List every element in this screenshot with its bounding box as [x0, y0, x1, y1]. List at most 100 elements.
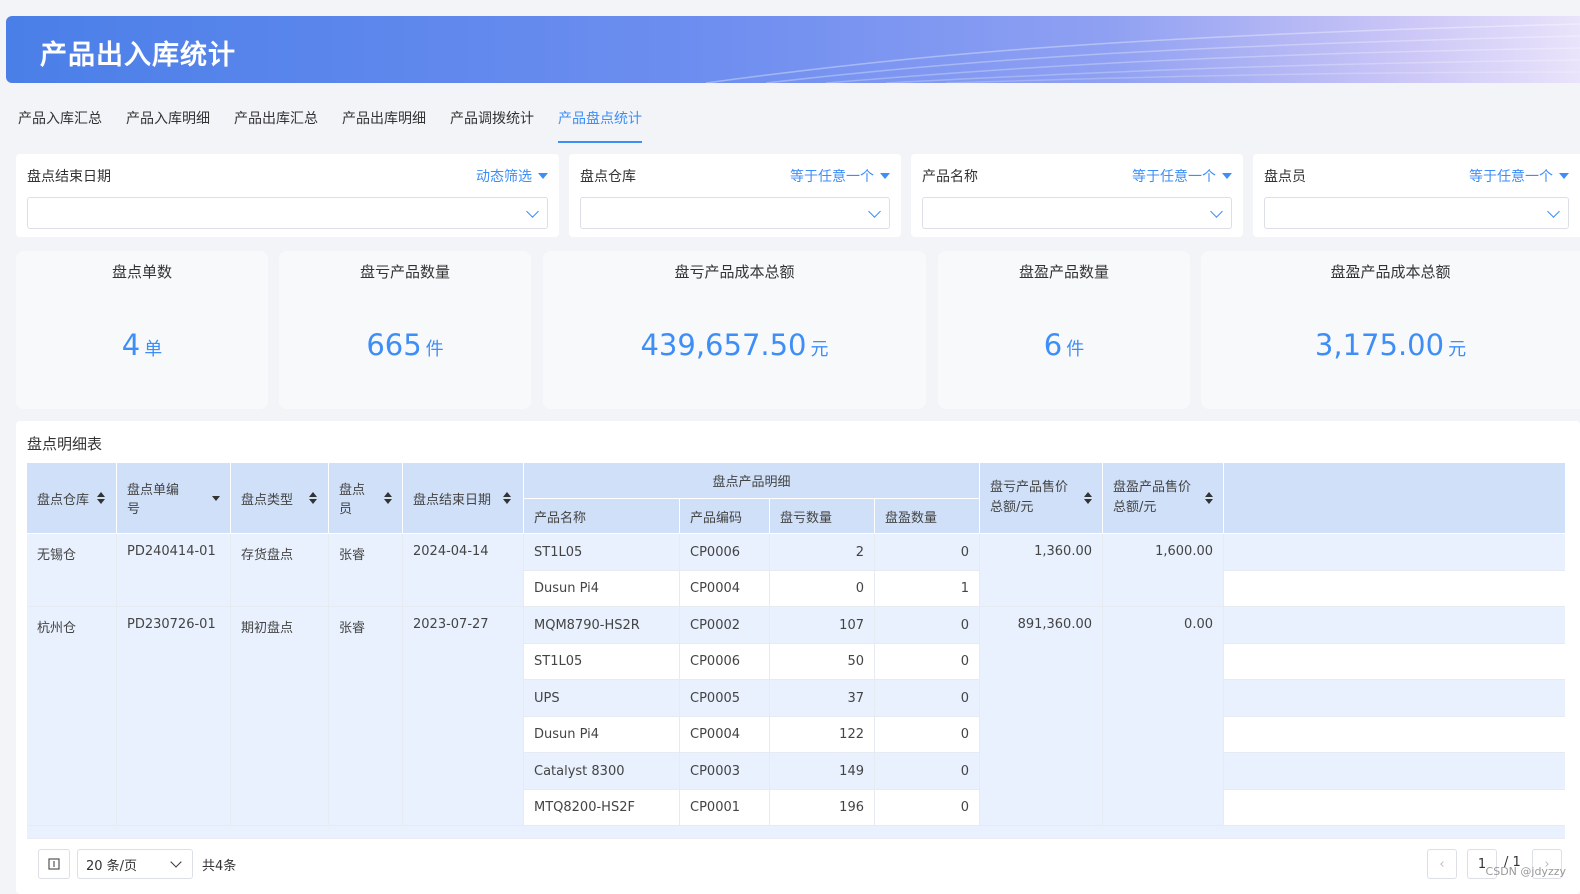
cell-gain: 0 — [875, 607, 980, 644]
caret-down-icon — [1222, 173, 1232, 179]
sort-icon[interactable] — [1205, 492, 1213, 504]
cell-code: CP0002 — [680, 607, 770, 644]
kpi-label: 盘亏产品数量 — [359, 263, 450, 281]
filter-mode-dropdown[interactable]: 等于任意一个 — [1469, 166, 1569, 186]
cell-loss: 2 — [770, 534, 875, 571]
tab-outbound-summary[interactable]: 产品出库汇总 — [234, 108, 318, 144]
cell-loss: 122 — [770, 716, 875, 753]
cell-loss: 196 — [770, 789, 875, 826]
tab-inbound-detail[interactable]: 产品入库明细 — [126, 108, 210, 144]
filter-end-date: 盘点结束日期 动态筛选 — [16, 154, 559, 237]
chevron-down-icon — [526, 205, 539, 218]
cell-loss-amount: 891,360.00 — [980, 607, 1103, 826]
header-detail-group: 盘点产品明细 — [524, 463, 980, 499]
chevron-down-icon — [170, 856, 182, 868]
cell-gain: 0 — [875, 716, 980, 753]
kpi-value: 3,175.00 元 — [1314, 328, 1467, 362]
tab-outbound-detail[interactable]: 产品出库明细 — [342, 108, 426, 144]
cell-name: MQM8790-HS2R — [524, 607, 680, 644]
filter-mode-dropdown[interactable]: 动态筛选 — [476, 166, 548, 186]
cell-type: 存货盘点 — [231, 534, 329, 607]
chevron-down-icon — [1210, 205, 1223, 218]
cell-code: CP0006 — [680, 643, 770, 680]
cell-name: Catalyst 8300 — [524, 753, 680, 790]
page-banner: 产品出入库统计 — [6, 16, 1580, 83]
kpi-label: 盘盈产品成本总额 — [1330, 263, 1451, 281]
caret-down-icon — [538, 173, 548, 179]
filter-clerk: 盘点员 等于任意一个 — [1253, 154, 1580, 237]
page-size-select[interactable]: 20 条/页 — [77, 849, 193, 879]
cell-loss: 107 — [770, 607, 875, 644]
cell-gain-amount: 0.00 — [1103, 607, 1224, 826]
kpi-value: 665 件 — [366, 328, 444, 362]
cell-code: CP0003 — [680, 753, 770, 790]
caret-down-icon — [1559, 173, 1569, 179]
table-row — [27, 826, 1565, 838]
cell-warehouse: 杭州仓 — [27, 607, 117, 826]
sort-icon[interactable] — [384, 492, 392, 504]
header-warehouse[interactable]: 盘点仓库 — [27, 463, 117, 534]
caret-down-icon — [880, 173, 890, 179]
tab-inbound-summary[interactable]: 产品入库汇总 — [18, 108, 102, 144]
sort-icon[interactable] — [503, 492, 512, 504]
cell-code: CP0001 — [680, 789, 770, 826]
cell-name: ST1L05 — [524, 534, 680, 571]
sort-icon[interactable] — [1084, 492, 1092, 504]
header-type[interactable]: 盘点类型 — [231, 463, 329, 534]
kpi-value: 6件 — [1043, 328, 1085, 362]
cell-warehouse: 无锡仓 — [27, 534, 117, 607]
sort-icon[interactable] — [97, 492, 106, 504]
filter-mode-dropdown[interactable]: 等于任意一个 — [1132, 166, 1232, 186]
header-gain-qty: 盘盈数量 — [875, 499, 980, 534]
filter-select[interactable] — [580, 197, 890, 229]
prev-page-button[interactable]: ‹ — [1427, 849, 1457, 879]
kpi-value: 439,657.50 元 — [640, 328, 829, 362]
filter-select[interactable] — [1264, 197, 1569, 229]
filter-mode-dropdown[interactable]: 等于任意一个 — [790, 166, 890, 186]
panel-icon — [48, 858, 60, 870]
filter-select[interactable] — [27, 197, 548, 229]
banner-wave-decoration — [705, 23, 1580, 83]
tab-bar: 产品入库汇总 产品入库明细 产品出库汇总 产品出库明细 产品调拨统计 产品盘点统… — [18, 108, 666, 144]
cell-name: MTQ8200-HS2F — [524, 789, 680, 826]
kpi-label: 盘点单数 — [111, 263, 172, 281]
sort-icon[interactable] — [309, 492, 318, 504]
sort-desc-icon[interactable] — [212, 492, 220, 504]
header-loss-amount[interactable]: 盘亏产品售价总额/元 — [980, 463, 1103, 534]
cell-loss: 50 — [770, 643, 875, 680]
cell-clerk: 张睿 — [329, 607, 403, 826]
header-product-code: 产品编码 — [680, 499, 770, 534]
watermark: CSDN @jdyzzy — [1485, 865, 1566, 878]
kpi-loss-quantity: 盘亏产品数量 665 件 — [279, 251, 531, 409]
filter-select[interactable] — [922, 197, 1232, 229]
header-filler — [1224, 463, 1565, 534]
header-end-date[interactable]: 盘点结束日期 — [403, 463, 524, 534]
cell-code: CP0006 — [680, 534, 770, 571]
kpi-value: 4单 — [121, 328, 163, 362]
tab-stocktake-stats[interactable]: 产品盘点统计 — [558, 108, 642, 144]
filter-label: 盘点结束日期 — [27, 169, 111, 185]
cell-loss: 0 — [770, 570, 875, 607]
cell-gain-amount: 1,600.00 — [1103, 534, 1224, 607]
cell-loss: 149 — [770, 753, 875, 790]
kpi-order-count: 盘点单数 4单 — [16, 251, 268, 409]
table-title: 盘点明细表 — [27, 435, 103, 453]
filter-label: 盘点仓库 — [580, 169, 636, 185]
cell-end-date: 2023-07-27 — [403, 607, 524, 826]
filter-label: 盘点员 — [1264, 169, 1306, 185]
tab-transfer-stats[interactable]: 产品调拨统计 — [450, 108, 534, 144]
header-gain-amount[interactable]: 盘盈产品售价总额/元 — [1103, 463, 1224, 534]
header-order-no[interactable]: 盘点单编号 — [117, 463, 231, 534]
chevron-down-icon — [868, 205, 881, 218]
header-loss-qty: 盘亏数量 — [770, 499, 875, 534]
cell-name: UPS — [524, 680, 680, 717]
cell-loss-amount: 1,360.00 — [980, 534, 1103, 607]
column-settings-button[interactable] — [38, 849, 70, 879]
cell-order-no: PD230726-01 — [117, 607, 231, 826]
cell-gain: 0 — [875, 753, 980, 790]
cell-name: ST1L05 — [524, 643, 680, 680]
cell-clerk: 张睿 — [329, 534, 403, 607]
cell-name: Dusun Pi4 — [524, 570, 680, 607]
header-clerk[interactable]: 盘点员 — [329, 463, 403, 534]
cell-gain: 0 — [875, 680, 980, 717]
